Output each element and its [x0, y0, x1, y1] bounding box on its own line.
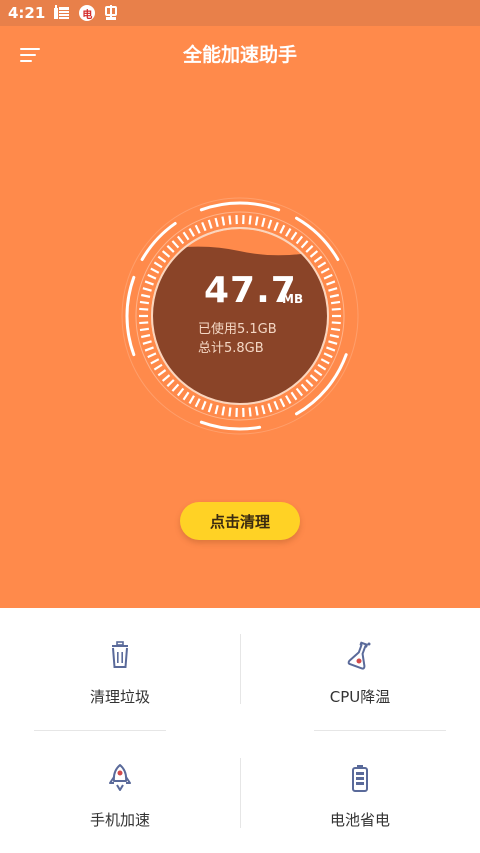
badge-text: 电 [79, 5, 96, 21]
bug-notification-icon [103, 5, 119, 21]
memory-gauge: 47.7 MB 已使用5.1GB 总计5.8GB [120, 196, 360, 436]
feature-label: 电池省电 [329, 811, 390, 829]
status-time: 4:21 [8, 4, 46, 22]
gauge-readout: 47.7 MB 已使用5.1GB 总计5.8GB [120, 196, 360, 436]
feature-label: 手机加速 [89, 811, 150, 829]
feature-grid: 清理垃圾 CPU降温 手机加速 电池省电 [0, 608, 480, 853]
screen: 4:21 电 全能加速助手 47.7 MB 已使用5.1GB 总计5.8GB 点… [0, 0, 480, 853]
memory-unit: MB [282, 292, 304, 306]
app-title: 全能加速助手 [182, 44, 297, 66]
memory-total-text: 总计5.8GB [198, 341, 264, 356]
clean-button[interactable]: 点击清理 [180, 502, 300, 540]
grid-divider-horizontal [314, 730, 446, 731]
menu-icon[interactable] [20, 47, 40, 63]
grid-divider-horizontal [34, 730, 166, 731]
bomb-notification-icon [53, 5, 71, 21]
memory-used-text: 已使用5.1GB [198, 322, 277, 337]
grid-divider-vertical [240, 758, 241, 828]
rocket-icon [105, 763, 135, 793]
feature-clean-junk[interactable]: 清理垃圾 [0, 608, 240, 730]
hero-panel: 全能加速助手 47.7 MB 已使用5.1GB 总计5.8GB 点击清理 [0, 26, 480, 608]
feature-battery-saver[interactable]: 电池省电 [240, 731, 480, 853]
feature-phone-boost[interactable]: 手机加速 [0, 731, 240, 853]
trash-icon [105, 640, 135, 670]
app-bar: 全能加速助手 [0, 26, 480, 84]
status-bar: 4:21 电 [0, 0, 480, 26]
grid-divider-vertical [240, 634, 241, 704]
feature-label: 清理垃圾 [89, 688, 150, 706]
feature-label: CPU降温 [329, 688, 391, 706]
feature-cpu-cooling[interactable]: CPU降温 [240, 608, 480, 730]
thermometer-icon [345, 640, 375, 670]
badge-notification-icon: 电 [79, 5, 96, 21]
battery-icon [345, 763, 375, 793]
